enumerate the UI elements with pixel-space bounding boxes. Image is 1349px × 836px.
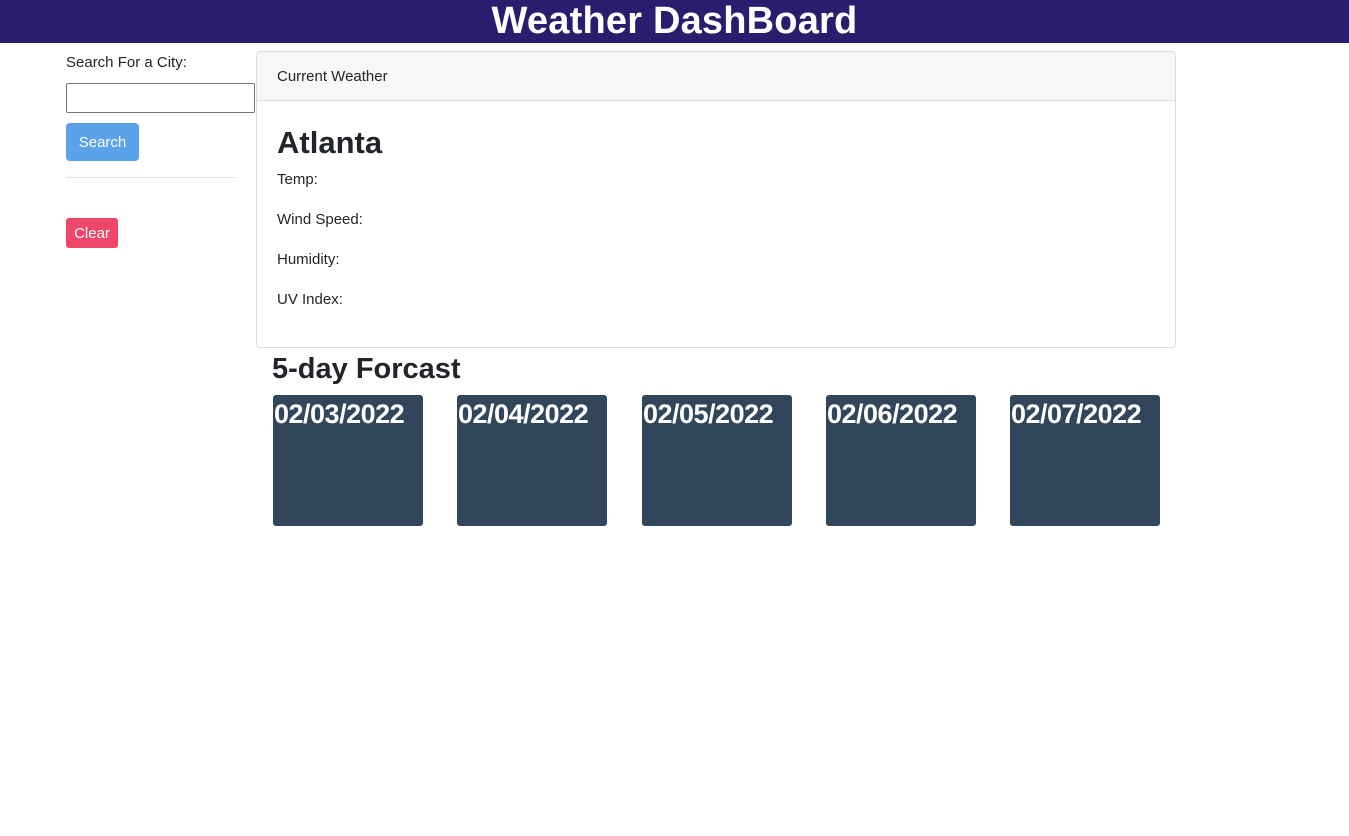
page-header: Weather DashBoard bbox=[0, 0, 1349, 43]
search-label: Search For a City: bbox=[66, 54, 187, 71]
clear-button[interactable]: Clear bbox=[66, 218, 118, 248]
temp-label: Temp: bbox=[277, 171, 318, 188]
humidity-label: Humidity: bbox=[277, 251, 340, 268]
city-name: Atlanta bbox=[277, 125, 383, 160]
forecast-day-card: 02/07/2022 bbox=[1010, 395, 1160, 526]
wind-speed-label: Wind Speed: bbox=[277, 211, 363, 228]
search-button[interactable]: Search bbox=[66, 123, 139, 161]
page-title: Weather DashBoard bbox=[491, 0, 858, 42]
sidebar-divider bbox=[66, 177, 236, 178]
forecast-date: 02/06/2022 bbox=[827, 399, 958, 429]
forecast-day-card: 02/03/2022 bbox=[273, 395, 423, 526]
current-weather-card: Current Weather Atlanta Temp: Wind Speed… bbox=[256, 51, 1176, 348]
forecast-day-card: 02/06/2022 bbox=[826, 395, 976, 526]
forecast-date: 02/04/2022 bbox=[458, 399, 589, 429]
forecast-date: 02/03/2022 bbox=[274, 399, 405, 429]
forecast-date: 02/05/2022 bbox=[643, 399, 774, 429]
forecast-title: 5-day Forcast bbox=[272, 353, 461, 385]
forecast-day-card: 02/04/2022 bbox=[457, 395, 607, 526]
city-search-input[interactable] bbox=[66, 83, 255, 113]
forecast-day-card: 02/05/2022 bbox=[642, 395, 792, 526]
forecast-date: 02/07/2022 bbox=[1011, 399, 1142, 429]
uv-index-label: UV Index: bbox=[277, 291, 343, 308]
current-weather-header: Current Weather bbox=[257, 52, 1175, 101]
